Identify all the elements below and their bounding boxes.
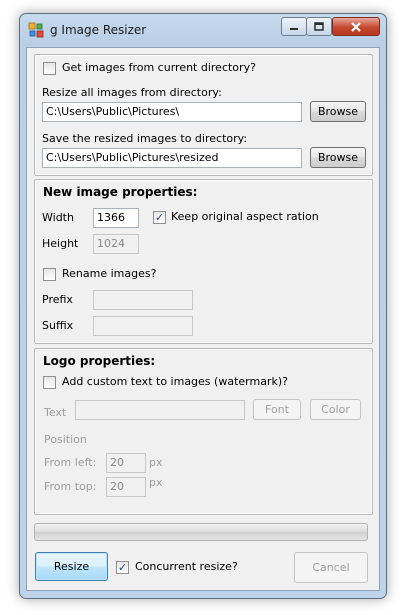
resize-from-input[interactable]: C:\Users\Public\Pictures\ <box>42 102 302 122</box>
image-properties-group: New image properties: Width 1366 ✓ Keep … <box>34 179 373 344</box>
font-button[interactable]: Font <box>253 399 301 420</box>
resize-from-label: Resize all images from directory: <box>42 86 222 99</box>
minimize-button[interactable] <box>281 17 307 36</box>
keep-aspect-label: Keep original aspect ration <box>171 210 319 223</box>
close-icon <box>351 21 361 32</box>
checkmark-icon: ✓ <box>154 211 165 224</box>
height-input[interactable]: 1024 <box>93 234 139 254</box>
from-top-label: From top: <box>44 480 97 493</box>
color-button[interactable]: Color <box>310 399 361 420</box>
prefix-label: Prefix <box>42 293 73 306</box>
prefix-input[interactable] <box>93 290 193 310</box>
maximize-icon <box>314 22 324 31</box>
suffix-label: Suffix <box>42 319 74 332</box>
save-to-input[interactable]: C:\Users\Public\Pictures\resized <box>42 148 302 168</box>
keep-aspect-checkbox[interactable]: ✓ <box>153 211 166 224</box>
logo-properties-heading: Logo properties: <box>43 354 156 368</box>
checkmark-icon: ✓ <box>117 561 128 574</box>
maximize-button[interactable] <box>306 17 332 36</box>
watermark-label: Add custom text to images (watermark)? <box>62 375 288 388</box>
title-bar[interactable]: g Image Resizer <box>20 14 386 47</box>
window-title: g Image Resizer <box>50 23 147 37</box>
image-properties-heading: New image properties: <box>43 185 198 199</box>
rename-checkbox[interactable] <box>43 268 56 281</box>
browse-destination-button[interactable]: Browse <box>310 147 366 168</box>
height-label: Height <box>42 237 79 250</box>
concurrent-label: Concurrent resize? <box>135 560 238 573</box>
from-top-unit: px <box>149 476 163 489</box>
minimize-icon <box>290 27 298 30</box>
from-left-unit: px <box>149 456 163 469</box>
browse-source-button[interactable]: Browse <box>310 101 366 122</box>
logo-properties-group: Logo properties: Add custom text to imag… <box>34 348 373 515</box>
watermark-text-input[interactable] <box>75 400 245 420</box>
position-label: Position <box>44 433 87 446</box>
width-label: Width <box>42 211 74 224</box>
from-left-input[interactable]: 20 <box>106 453 146 473</box>
current-dir-label: Get images from current directory? <box>62 61 256 74</box>
watermark-checkbox[interactable] <box>43 376 56 389</box>
suffix-input[interactable] <box>93 316 193 336</box>
from-left-label: From left: <box>44 456 97 469</box>
from-top-input[interactable]: 20 <box>106 477 146 497</box>
width-input[interactable]: 1366 <box>93 208 139 228</box>
current-dir-checkbox[interactable] <box>43 62 56 75</box>
client-area: Get images from current directory? Resiz… <box>26 47 380 591</box>
cancel-button[interactable]: Cancel <box>294 552 368 583</box>
progress-bar <box>34 523 368 541</box>
save-to-label: Save the resized images to directory: <box>42 132 248 145</box>
directories-group: Get images from current directory? Resiz… <box>34 54 373 176</box>
resize-button[interactable]: Resize <box>35 552 108 581</box>
close-button[interactable] <box>332 17 380 36</box>
text-label: Text <box>44 406 67 419</box>
app-window: g Image Resizer Get images from current … <box>19 13 387 599</box>
app-icon <box>28 22 44 38</box>
rename-label: Rename images? <box>62 267 157 280</box>
concurrent-checkbox[interactable]: ✓ <box>116 561 129 574</box>
